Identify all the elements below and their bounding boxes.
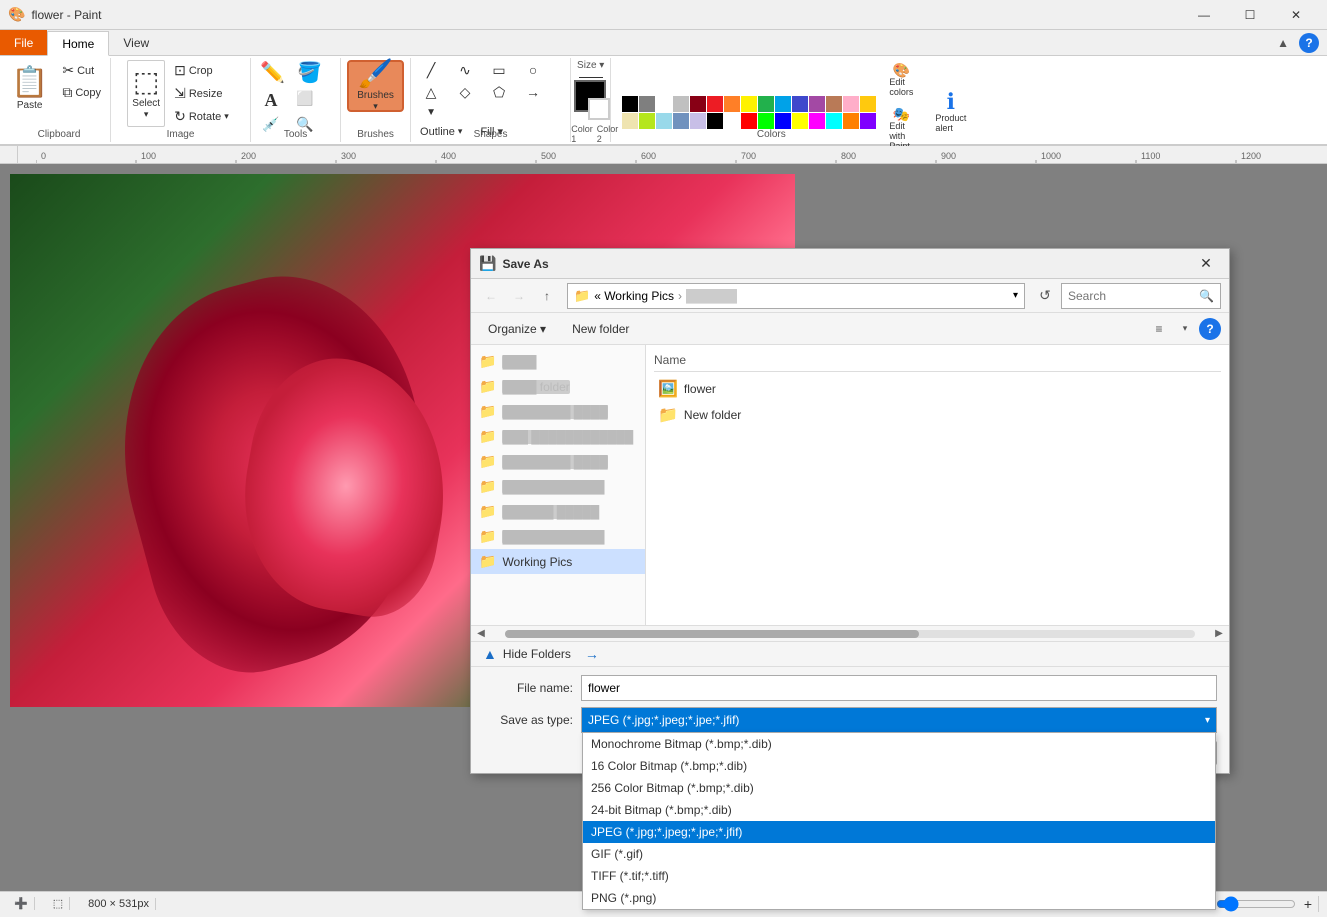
sidebar-folder-1[interactable]: 📁 ████ folder	[471, 374, 645, 399]
file-name-new-folder: New folder	[684, 408, 741, 422]
dropdown-option-4[interactable]: JPEG (*.jpg;*.jpeg;*.jpe;*.jfif)	[583, 821, 1215, 843]
view-list-button[interactable]: ≡	[1147, 317, 1171, 341]
sidebar-folder-name-5: ████████████	[502, 480, 604, 494]
dialog-file-list: Name 🖼️ flower 📁 New folder	[646, 345, 1229, 625]
search-icon: 🔍	[1199, 289, 1214, 303]
sidebar-folder-icon-7: 📁	[479, 528, 496, 545]
sidebar-folder-name-0: ████	[502, 355, 536, 369]
name-column-header: Name	[654, 353, 686, 367]
filename-label: File name:	[483, 681, 573, 695]
sidebar-folder-icon-3: 📁	[479, 428, 496, 445]
new-folder-label: New folder	[572, 322, 629, 336]
view-dropdown-button[interactable]: ▾	[1173, 317, 1197, 341]
hide-folders-row[interactable]: ▲ Hide Folders →	[471, 641, 1229, 666]
scroll-thumb[interactable]	[505, 630, 919, 638]
dialog-toolbar: ← → ↑ 📁 « Working Pics › ██████ ▾ ↺ 🔍	[471, 279, 1229, 313]
up-button[interactable]: ↑	[535, 284, 559, 308]
savetype-row: Save as type: JPEG (*.jpg;*.jpeg;*.jpe;*…	[483, 707, 1217, 733]
breadcrumb-separator: ›	[678, 289, 682, 303]
breadcrumb-working-pics: « Working Pics	[594, 289, 674, 303]
back-button[interactable]: ←	[479, 284, 503, 308]
sidebar-folder-icon-5: 📁	[479, 478, 496, 495]
dialog-sidebar: 📁 ████ 📁 ████ folder 📁 ████████ ████ 📁 ███ ████…	[471, 345, 646, 625]
sidebar-folder-name-7: ████████████	[502, 530, 604, 544]
scroll-right-button[interactable]: ▶	[1211, 626, 1227, 642]
filename-input[interactable]	[588, 681, 1210, 695]
savetype-label: Save as type:	[483, 713, 573, 727]
save-as-dialog: 💾 Save As ✕ ← → ↑ 📁 « Working Pics › ███…	[470, 248, 1230, 774]
file-item-new-folder[interactable]: 📁 New folder	[654, 402, 1221, 428]
view-toggle: ≡ ▾ ?	[1147, 317, 1221, 341]
sidebar-folder-icon-8: 📁	[479, 553, 496, 570]
dialog-help-button[interactable]: ?	[1199, 318, 1221, 340]
dropdown-option-6[interactable]: TIFF (*.tif;*.tiff)	[583, 865, 1215, 887]
hide-folders-label: Hide Folders	[503, 647, 571, 661]
sidebar-folder-icon-4: 📁	[479, 453, 496, 470]
horizontal-scrollbar[interactable]: ◀ ▶	[471, 625, 1229, 641]
filename-input-container[interactable]	[581, 675, 1217, 701]
dropdown-option-2[interactable]: 256 Color Bitmap (*.bmp;*.dib)	[583, 777, 1215, 799]
savetype-select[interactable]: JPEG (*.jpg;*.jpeg;*.jpe;*.jfif) ▾ Monoc…	[581, 707, 1217, 733]
new-folder-button[interactable]: New folder	[563, 318, 638, 340]
dialog-footer: File name: Save as type: JPEG (*.jpg;*.j…	[471, 666, 1229, 773]
hide-arrow-ext-icon: →	[585, 646, 599, 662]
sidebar-folder-0[interactable]: 📁 ████	[471, 349, 645, 374]
sidebar-folder-icon-6: 📁	[479, 503, 496, 520]
sidebar-folder-7[interactable]: 📁 ████████████	[471, 524, 645, 549]
sidebar-folder-6[interactable]: 📁 ██████ █████	[471, 499, 645, 524]
folder-icon: 📁	[574, 288, 590, 304]
organize-button[interactable]: Organize ▾	[479, 318, 555, 340]
sidebar-folder-name-3: ███ ████████████	[502, 430, 633, 444]
dropdown-option-7[interactable]: PNG (*.png)	[583, 887, 1215, 909]
file-item-flower[interactable]: 🖼️ flower	[654, 376, 1221, 402]
organize-bar: Organize ▾ New folder ≡ ▾ ?	[471, 313, 1229, 345]
sidebar-folder-name-4: ████████ ████	[502, 455, 607, 469]
sidebar-folder-3[interactable]: 📁 ███ ████████████	[471, 424, 645, 449]
sidebar-folder-icon-1: 📁	[479, 378, 496, 395]
sidebar-folder-4[interactable]: 📁 ████████ ████	[471, 449, 645, 474]
image-file-icon: 🖼️	[658, 379, 678, 399]
search-box[interactable]: 🔍	[1061, 283, 1221, 309]
refresh-button[interactable]: ↺	[1033, 284, 1057, 308]
folder-file-icon: 📁	[658, 405, 678, 425]
hide-arrow-icon: ▲	[483, 646, 497, 662]
savetype-dropdown: Monochrome Bitmap (*.bmp;*.dib)16 Color …	[582, 732, 1216, 910]
dropdown-option-1[interactable]: 16 Color Bitmap (*.bmp;*.dib)	[583, 755, 1215, 777]
sidebar-folder-8[interactable]: 📁 Working Pics	[471, 549, 645, 574]
breadcrumb-sub: ██████	[686, 289, 737, 303]
sidebar-folder-name-2: ████████ ████	[502, 405, 607, 419]
dialog-content: 📁 ████ 📁 ████ folder 📁 ████████ ████ 📁 ███ ████…	[471, 345, 1229, 625]
dropdown-option-3[interactable]: 24-bit Bitmap (*.bmp;*.dib)	[583, 799, 1215, 821]
sidebar-folder-icon-2: 📁	[479, 403, 496, 420]
filename-row: File name:	[483, 675, 1217, 701]
sidebar-folder-name-6: ██████ █████	[502, 505, 599, 519]
savetype-value: JPEG (*.jpg;*.jpeg;*.jpe;*.jfif)	[588, 713, 1205, 727]
sidebar-folder-5[interactable]: 📁 ████████████	[471, 474, 645, 499]
dropdown-option-0[interactable]: Monochrome Bitmap (*.bmp;*.dib)	[583, 733, 1215, 755]
sidebar-folder-2[interactable]: 📁 ████████ ████	[471, 399, 645, 424]
breadcrumb-dropdown-arrow[interactable]: ▾	[1013, 290, 1018, 301]
sidebar-folder-icon-0: 📁	[479, 353, 496, 370]
dialog-titlebar: 💾 Save As ✕	[471, 249, 1229, 279]
sidebar-folder-name-8: Working Pics	[502, 555, 572, 569]
dialog-overlay: 💾 Save As ✕ ← → ↑ 📁 « Working Pics › ███…	[0, 0, 1327, 917]
dialog-title: Save As	[502, 257, 1191, 271]
organize-label: Organize ▾	[488, 322, 546, 336]
file-list-header: Name	[654, 353, 1221, 372]
scroll-left-button[interactable]: ◀	[473, 626, 489, 642]
file-name-flower: flower	[684, 382, 716, 396]
dropdown-option-5[interactable]: GIF (*.gif)	[583, 843, 1215, 865]
forward-button[interactable]: →	[507, 284, 531, 308]
search-input[interactable]	[1068, 289, 1199, 303]
sidebar-folder-name-1: ████ folder	[502, 380, 569, 394]
dialog-close-button[interactable]: ✕	[1191, 251, 1221, 277]
breadcrumb[interactable]: 📁 « Working Pics › ██████ ▾	[567, 283, 1025, 309]
dialog-icon: 💾	[479, 255, 496, 272]
savetype-arrow: ▾	[1205, 715, 1210, 726]
scroll-track[interactable]	[505, 630, 1195, 638]
